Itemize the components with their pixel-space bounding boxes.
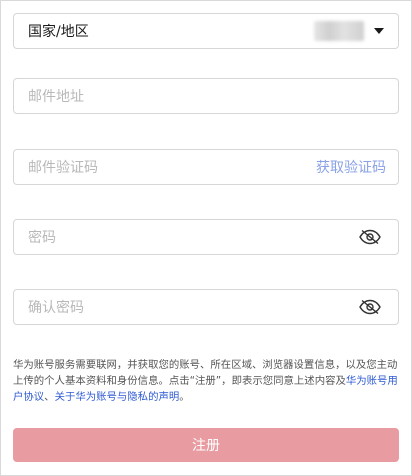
get-code-button[interactable]: 获取验证码	[316, 157, 386, 177]
register-button[interactable]: 注册	[13, 428, 399, 462]
country-value-blurred	[314, 21, 364, 41]
confirm-password-field[interactable]: 确认密码	[13, 289, 399, 325]
register-form: 国家/地区 邮件地址 邮件验证码 获取验证码 密码 确认密码 华为账号服务需要联…	[0, 0, 412, 476]
eye-off-icon[interactable]	[358, 295, 382, 319]
password-field[interactable]: 密码	[13, 219, 399, 255]
confirm-password-placeholder: 确认密码	[28, 300, 84, 316]
notice-text: 华为账号服务需要联网，并获取您的账号、所在区域、浏览器设置信息，以及您主动上传的…	[13, 359, 398, 387]
country-label: 国家/地区	[28, 24, 89, 40]
privacy-statement-link[interactable]: 关于华为账号与隐私的声明	[55, 391, 180, 403]
chevron-down-icon[interactable]	[374, 28, 384, 34]
password-placeholder: 密码	[28, 230, 56, 246]
code-placeholder: 邮件验证码	[28, 160, 98, 176]
email-field[interactable]: 邮件地址	[13, 78, 399, 114]
country-select[interactable]: 国家/地区	[13, 13, 399, 49]
verification-code-field[interactable]: 邮件验证码 获取验证码	[13, 149, 399, 185]
notice-end: 。	[179, 391, 190, 403]
email-placeholder: 邮件地址	[28, 89, 84, 105]
eye-off-icon[interactable]	[358, 225, 382, 249]
privacy-notice: 华为账号服务需要联网，并获取您的账号、所在区域、浏览器设置信息，以及您主动上传的…	[13, 357, 405, 405]
notice-separator: 、	[44, 391, 55, 403]
